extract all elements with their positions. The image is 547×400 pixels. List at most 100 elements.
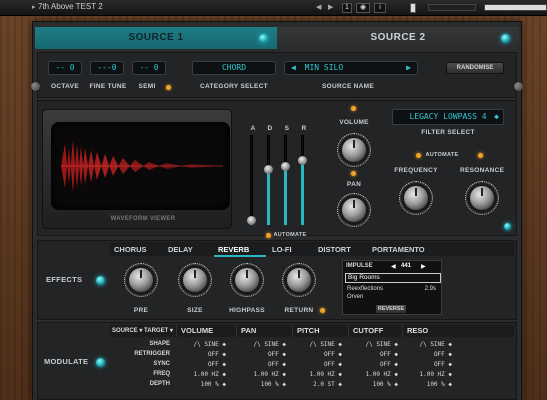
mod-cell[interactable]: 100 % ◆: [176, 381, 226, 388]
tab-chorus[interactable]: CHORUS: [110, 243, 162, 257]
mod-column-pitch[interactable]: PITCH: [292, 325, 344, 337]
mod-cell[interactable]: /\ SINE ◆: [236, 341, 286, 348]
adsr-slider-handle[interactable]: [247, 216, 256, 225]
mod-column-volume[interactable]: VOLUME: [176, 325, 228, 337]
prev-preset-icon[interactable]: ◀: [316, 3, 321, 11]
resonance-automate-led[interactable]: [478, 153, 483, 158]
prev-source-icon[interactable]: ◀: [291, 63, 296, 72]
modulate-power-led[interactable]: [96, 358, 105, 367]
adsr-automate-led[interactable]: [266, 233, 271, 238]
semi-automate-led[interactable]: [166, 85, 171, 90]
info-icon[interactable]: i: [374, 3, 386, 13]
next-preset-icon[interactable]: ▶: [328, 3, 333, 11]
impulse-list-item[interactable]: Reexflections: [347, 286, 383, 292]
filter-select[interactable]: LEGACY LOWPASS 4 ◆: [392, 109, 504, 125]
mod-cell[interactable]: OFF ◆: [176, 361, 226, 368]
tab-portamento[interactable]: PORTAMENTO: [368, 243, 444, 257]
mod-cell[interactable]: /\ SINE ◆: [176, 341, 226, 348]
tab-reverb[interactable]: REVERB: [214, 243, 266, 257]
category-select[interactable]: CHORD: [192, 61, 276, 75]
volume-slider[interactable]: [484, 4, 547, 11]
frequency-knob[interactable]: [404, 186, 428, 210]
mod-cell[interactable]: OFF ◆: [292, 361, 342, 368]
volume-label: VOLUME: [339, 119, 369, 126]
tab-distort[interactable]: DISTORT: [314, 243, 366, 257]
adsr-slider-handle[interactable]: [281, 162, 290, 171]
pan-automate-led[interactable]: [351, 171, 356, 176]
mod-cell[interactable]: OFF ◆: [236, 361, 286, 368]
power-icon[interactable]: [410, 3, 416, 13]
tab-delay[interactable]: DELAY: [164, 243, 212, 257]
return-automate-led[interactable]: [320, 308, 325, 313]
mod-cell[interactable]: OFF ◆: [236, 351, 286, 358]
source-name-label: SOURCE NAME: [321, 83, 375, 90]
source-name-value: MIN SILO: [304, 63, 344, 72]
mod-cell[interactable]: 1.00 HZ ◆: [402, 371, 452, 378]
tab-source-1[interactable]: SOURCE 1: [35, 27, 277, 49]
mod-cell[interactable]: 1.00 HZ ◆: [236, 371, 286, 378]
source-2-power-led[interactable]: [501, 34, 510, 43]
mod-cell[interactable]: 100 % ◆: [402, 381, 452, 388]
category-select-label: CATEGORY SELECT: [200, 83, 268, 90]
resonance-knob[interactable]: [470, 186, 494, 210]
mod-column-pan[interactable]: PAN: [236, 325, 288, 337]
instance-number-box[interactable]: 1: [342, 3, 352, 13]
mod-cell[interactable]: OFF ◆: [176, 351, 226, 358]
adsr-slider-handle[interactable]: [264, 165, 273, 174]
camera-icon[interactable]: ◉: [356, 3, 370, 13]
mod-cell[interactable]: 2.0 ST ◆: [292, 381, 342, 388]
mod-cell[interactable]: 1.00 HZ ◆: [176, 371, 226, 378]
mod-column-cutoff[interactable]: CUTOFF: [348, 325, 400, 337]
adsr-slider-fill: [267, 169, 270, 225]
mod-column-reso[interactable]: RESO: [402, 325, 454, 337]
reverb-pre-knob[interactable]: [129, 268, 153, 292]
randomise-button[interactable]: RANDOMISE: [446, 62, 504, 74]
mod-cell[interactable]: OFF ◆: [348, 351, 398, 358]
reverb-return-knob[interactable]: [287, 268, 311, 292]
filter-dropdown-icon[interactable]: ◆: [494, 110, 499, 124]
volume-automate-led[interactable]: [351, 106, 356, 111]
impulse-list-item[interactable]: Orven: [347, 294, 363, 300]
source-1-power-led[interactable]: [259, 34, 268, 43]
impulse-list-item[interactable]: Big Rooms: [345, 273, 441, 283]
adsr-slider-track[interactable]: [250, 135, 253, 225]
mod-cell[interactable]: OFF ◆: [402, 361, 452, 368]
reverb-highpass-knob[interactable]: [235, 268, 259, 292]
filter-select-label: FILTER SELECT: [421, 129, 475, 136]
reverb-return-label: RETURN: [284, 307, 314, 314]
filter-power-led[interactable]: [504, 223, 511, 230]
mod-cell[interactable]: OFF ◆: [348, 361, 398, 368]
effects-label: EFFECTS: [46, 275, 83, 284]
impulse-prev-icon[interactable]: ◀: [391, 263, 396, 270]
reverse-button[interactable]: REVERSE: [375, 304, 407, 314]
volume-knob[interactable]: [342, 138, 366, 162]
mod-cell[interactable]: /\ SINE ◆: [292, 341, 342, 348]
modulate-section: MODULATE SOURCE ▾ TARGET ▾ VOLUME PAN PITC…: [37, 322, 517, 400]
modulate-label: MODULATE: [44, 357, 89, 366]
mod-row-label: FREQ: [153, 371, 170, 377]
source-target-selector[interactable]: SOURCE ▾ TARGET ▾: [112, 325, 173, 337]
tab-lofi[interactable]: LO-FI: [268, 243, 312, 257]
mod-cell[interactable]: OFF ◆: [292, 351, 342, 358]
menu-arrow-icon[interactable]: ▸: [32, 3, 36, 11]
next-source-icon[interactable]: ▶: [406, 62, 411, 74]
frequency-automate-led[interactable]: [416, 153, 421, 158]
waveform-graphic: [61, 140, 223, 192]
impulse-next-icon[interactable]: ▶: [421, 263, 426, 270]
tab-source-2[interactable]: SOURCE 2: [277, 27, 519, 49]
mod-cell[interactable]: /\ SINE ◆: [402, 341, 452, 348]
mod-cell[interactable]: OFF ◆: [402, 351, 452, 358]
mod-cell[interactable]: /\ SINE ◆: [348, 341, 398, 348]
semi-display[interactable]: -- 0: [132, 61, 166, 75]
mod-cell[interactable]: 1.00 HZ ◆: [348, 371, 398, 378]
mod-cell[interactable]: 1.00 HZ ◆: [292, 371, 342, 378]
source-name-display[interactable]: ◀ MIN SILO ▶: [284, 61, 418, 75]
octave-display[interactable]: -- 0: [48, 61, 82, 75]
pan-knob[interactable]: [342, 198, 366, 222]
mod-cell[interactable]: 100 % ◆: [348, 381, 398, 388]
mod-cell[interactable]: 100 % ◆: [236, 381, 286, 388]
finetune-display[interactable]: ---0: [90, 61, 124, 75]
reverb-size-knob[interactable]: [183, 268, 207, 292]
adsr-slider-handle[interactable]: [298, 156, 307, 165]
effects-power-led[interactable]: [96, 276, 105, 285]
